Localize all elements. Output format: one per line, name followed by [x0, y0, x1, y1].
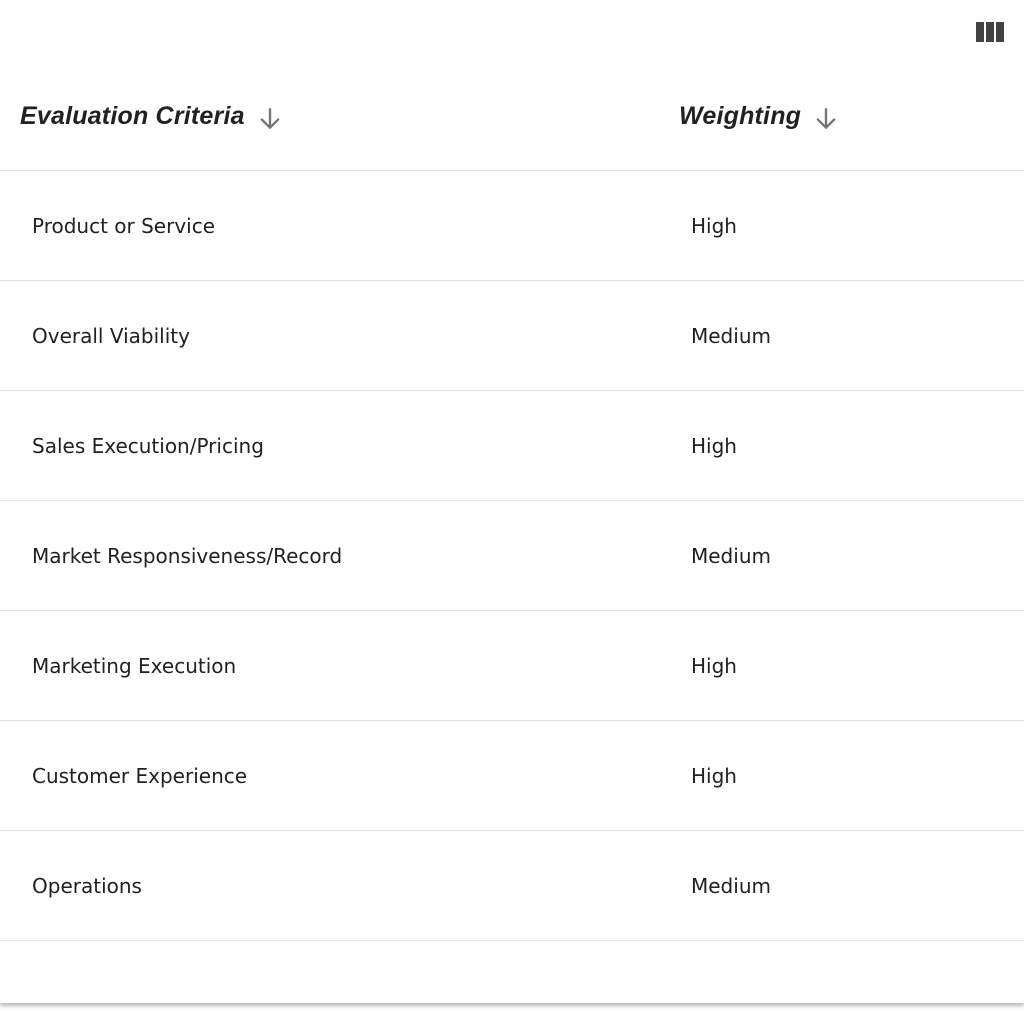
weighting-cell: High: [691, 213, 737, 238]
table-row[interactable]: Overall Viability Medium: [0, 281, 1024, 391]
column-chooser-button[interactable]: [976, 20, 1004, 44]
criteria-cell: Operations: [32, 873, 142, 898]
table-row[interactable]: Customer Experience High: [0, 721, 1024, 831]
criteria-cell: Overall Viability: [32, 323, 190, 348]
table-row[interactable]: Marketing Execution High: [0, 611, 1024, 721]
weighting-cell: Medium: [691, 323, 771, 348]
table-header-row: Evaluation Criteria Weighting: [0, 62, 1024, 171]
arrow-down-icon[interactable]: [257, 106, 283, 132]
weighting-cell: High: [691, 433, 737, 458]
table-row[interactable]: Market Responsiveness/Record Medium: [0, 501, 1024, 611]
column-header-label: Evaluation Criteria: [20, 101, 245, 130]
table-body: Product or Service High Overall Viabilit…: [0, 171, 1024, 941]
weighting-cell: High: [691, 653, 737, 678]
criteria-cell: Market Responsiveness/Record: [32, 543, 343, 568]
column-header-weighting[interactable]: Weighting: [679, 62, 839, 170]
table-row[interactable]: Sales Execution/Pricing High: [0, 391, 1024, 501]
table-row[interactable]: Product or Service High: [0, 171, 1024, 281]
criteria-cell: Product or Service: [32, 213, 216, 238]
weighting-cell: High: [691, 763, 737, 788]
criteria-cell: Sales Execution/Pricing: [32, 433, 264, 458]
table-row[interactable]: Operations Medium: [0, 831, 1024, 941]
criteria-cell: Marketing Execution: [32, 653, 237, 678]
weighting-cell: Medium: [691, 873, 771, 898]
column-header-label: Weighting: [679, 101, 802, 130]
criteria-cell: Customer Experience: [32, 763, 248, 788]
data-table-card: Evaluation Criteria Weighting Product or…: [0, 0, 1024, 1003]
arrow-down-icon[interactable]: [813, 106, 839, 132]
view-column-icon: [976, 22, 1004, 42]
column-header-evaluation-criteria[interactable]: Evaluation Criteria: [20, 62, 283, 170]
weighting-cell: Medium: [691, 543, 771, 568]
